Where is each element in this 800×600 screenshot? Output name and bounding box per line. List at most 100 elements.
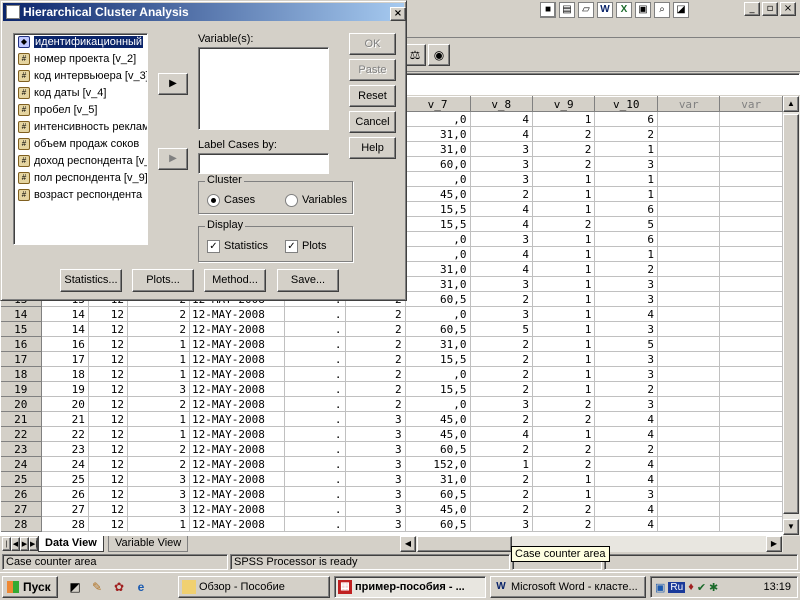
grid-cell[interactable] [719,396,783,412]
media-icon[interactable]: ✿ [110,578,128,596]
grid-cell[interactable]: 1 [594,246,659,262]
grid-cell[interactable]: 12-MAY-2008 [189,381,286,397]
grid-cell[interactable]: 12 [88,426,128,442]
grid-cell[interactable]: 1 [127,336,191,352]
grid-cell[interactable]: 4 [594,516,659,532]
grid-cell[interactable]: 15,5 [405,351,471,367]
row-header[interactable]: 20 [0,396,42,412]
grid-cell[interactable]: 4 [594,411,659,427]
grid-cell[interactable]: 16 [41,336,89,352]
grid-cell[interactable]: . [284,396,346,412]
grid-cell[interactable]: . [284,516,346,532]
grid-cell[interactable]: 3 [470,231,533,247]
source-variable-item[interactable]: # возраст респондента [14,187,147,204]
grid-cell[interactable]: . [284,501,346,517]
last-tab-icon[interactable]: ▶| [29,537,38,551]
grid-cell[interactable]: 1 [532,201,596,217]
grid-cell[interactable] [719,291,783,307]
grid-cell[interactable] [719,351,783,367]
grid-cell[interactable]: 15,5 [405,216,471,232]
grid-cell[interactable] [719,486,783,502]
source-variable-item[interactable]: # объем продаж соков [14,136,147,153]
move-to-variables-button[interactable]: ▶ [158,73,188,95]
grid-cell[interactable]: 1 [532,486,596,502]
grid-cell[interactable]: 1 [532,321,596,337]
grid-cell[interactable]: 5 [594,216,659,232]
grid-cell[interactable]: 1 [532,261,596,277]
grid-cell[interactable]: 12-MAY-2008 [189,321,286,337]
grid-cell[interactable]: 3 [345,501,406,517]
grid-cell[interactable]: 3 [345,456,406,472]
grid-cell[interactable]: . [284,336,346,352]
grid-cell[interactable] [719,156,783,172]
grid-cell[interactable]: ,0 [405,396,471,412]
task-word[interactable]: W Microsoft Word - класте... [490,576,646,598]
grid-cell[interactable]: 60,0 [405,156,471,172]
row-header[interactable]: 28 [0,516,42,532]
grid-cell[interactable]: 3 [470,306,533,322]
variables-list[interactable] [198,47,329,130]
paste-button[interactable]: Paste [349,59,396,81]
grid-cell[interactable]: 12-MAY-2008 [189,411,286,427]
document-icon[interactable]: ▤ [559,2,575,18]
column-header[interactable]: v_9 [531,96,596,112]
grid-cell[interactable]: 4 [470,111,533,127]
grid-cell[interactable]: 12 [88,456,128,472]
grid-cell[interactable]: 1 [127,411,191,427]
row-header[interactable]: 21 [0,411,42,427]
grid-cell[interactable] [719,276,783,292]
ok-button[interactable]: OK [349,33,396,55]
spss-icon[interactable]: ■ [540,2,556,18]
grid-cell[interactable] [657,456,721,472]
grid-cell[interactable] [657,231,721,247]
grid-cell[interactable]: 3 [345,471,406,487]
grid-cell[interactable]: 3 [594,276,659,292]
grid-cell[interactable] [657,516,721,532]
grid-cell[interactable]: 2 [532,516,596,532]
grid-cell[interactable]: 3 [470,276,533,292]
source-variable-item[interactable]: # номер проекта [v_2] [14,51,147,68]
grid-cell[interactable] [719,306,783,322]
task-primer[interactable]: ▦ пример-пособия - ... [334,576,486,598]
grid-cell[interactable]: 2 [345,366,406,382]
grid-cell[interactable]: 2 [345,306,406,322]
grid-cell[interactable]: 60,5 [405,516,471,532]
grid-cell[interactable]: 21 [41,411,89,427]
row-header[interactable]: 17 [0,351,42,367]
grid-cell[interactable]: 1 [532,426,596,442]
grid-cell[interactable]: 2 [470,336,533,352]
grid-cell[interactable]: 3 [470,396,533,412]
prev-tab-icon[interactable]: ◀ [11,537,20,551]
grid-cell[interactable]: 12 [88,471,128,487]
search-icon[interactable]: ⌕ [654,2,670,18]
grid-cell[interactable] [657,141,721,157]
grid-cell[interactable]: 2 [532,411,596,427]
column-header[interactable]: v_10 [594,96,659,112]
grid-cell[interactable]: 4 [470,201,533,217]
grid-cell[interactable]: 2 [345,381,406,397]
grid-cell[interactable]: 12-MAY-2008 [189,396,286,412]
grid-cell[interactable]: 2 [127,396,191,412]
horizontal-scroll-thumb[interactable] [417,536,512,552]
tab-data-view[interactable]: Data View [38,536,104,552]
source-variable-item[interactable]: # код интервьюера [v_3] [14,68,147,85]
scroll-right-icon[interactable]: ▶ [766,536,782,552]
grid-cell[interactable]: 3 [594,156,659,172]
row-header[interactable]: 14 [0,306,42,322]
source-variable-item[interactable]: # доход респондента [v_ [14,153,147,170]
row-header[interactable]: 15 [0,321,42,337]
vertical-scrollbar[interactable]: ▲ ▼ [783,96,800,536]
grid-cell[interactable] [719,186,783,202]
grid-cell[interactable] [657,321,721,337]
grid-cell[interactable] [657,471,721,487]
column-header[interactable]: var [657,96,721,112]
scroll-left-icon[interactable]: ◀ [400,536,416,552]
grid-cell[interactable]: 2 [470,366,533,382]
folder-icon[interactable]: ▱ [578,2,594,18]
grid-cell[interactable]: 2 [470,441,533,457]
vertical-scroll-thumb[interactable] [783,114,799,514]
grid-cell[interactable]: 12 [88,396,128,412]
row-header[interactable]: 26 [0,486,42,502]
grid-cell[interactable] [719,426,783,442]
grid-cell[interactable]: 4 [470,126,533,142]
